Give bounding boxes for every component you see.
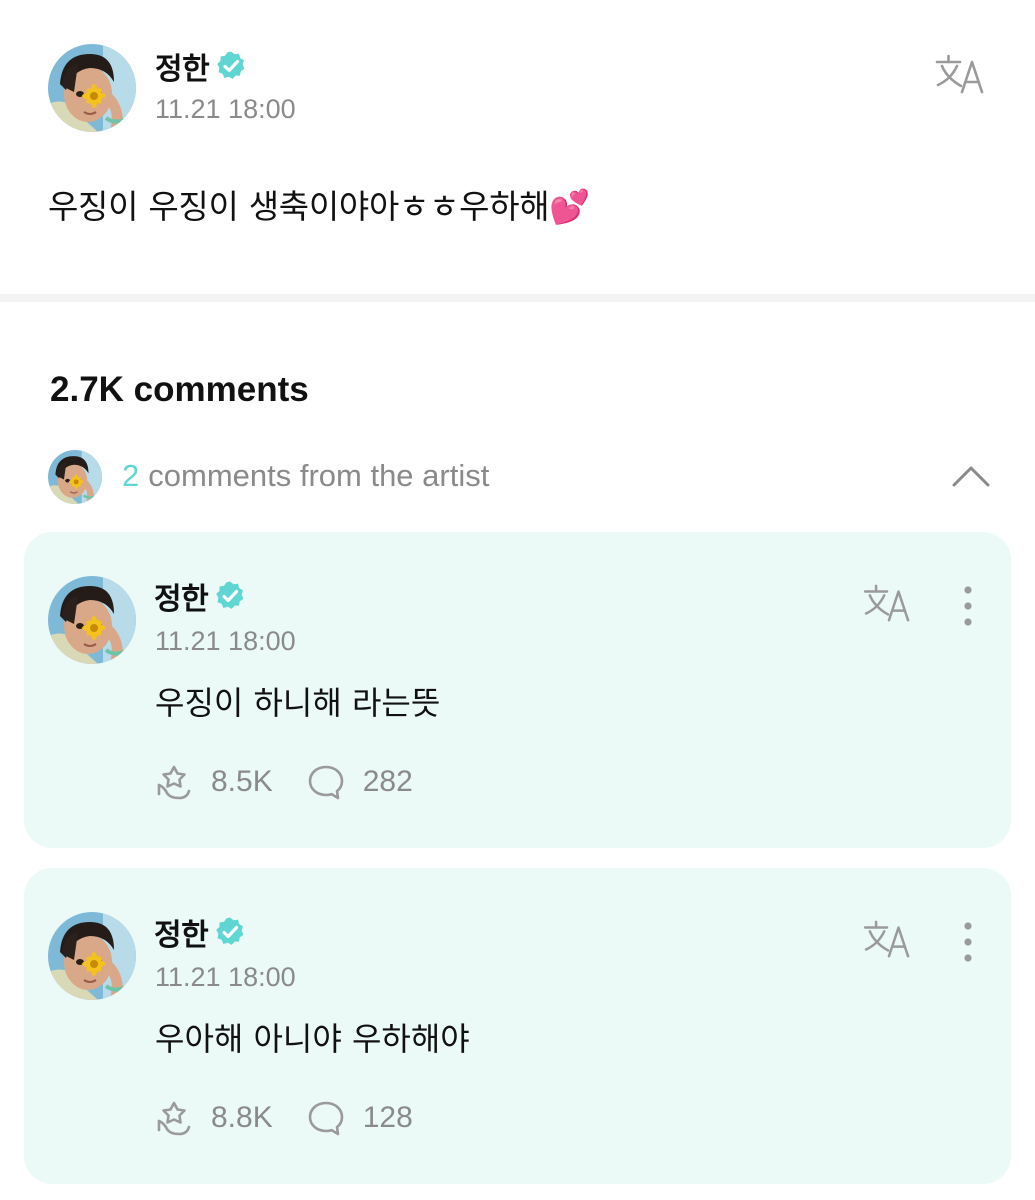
comment-timestamp: 11.21 18:00	[155, 962, 296, 992]
chevron-up-icon[interactable]	[949, 456, 993, 496]
post-body: 우징이 우징이 생축이야아ㅎㅎ우하해💕	[48, 187, 591, 226]
comment-author-row: 정한	[154, 910, 246, 954]
comment-stats: 8.5K 282	[155, 762, 413, 802]
translate-icon[interactable]	[862, 582, 914, 624]
avatar[interactable]	[48, 912, 136, 1000]
comment-card: 정한 11.21 18:00 우징이 하니해 라는뜻 8.5K 282	[24, 532, 1011, 848]
artist-comments-count: 2	[122, 458, 140, 493]
artist-comments-label: 2 comments from the artist	[122, 458, 489, 494]
like-count: 8.5K	[211, 765, 273, 798]
comment-card: 정한 11.21 18:00 우아해 아니야 우하해야 8.8K 128	[24, 868, 1011, 1184]
more-options-icon[interactable]	[956, 584, 980, 628]
comment-text: 우징이 하니해 라는뜻	[155, 684, 441, 722]
translate-icon[interactable]	[934, 52, 988, 96]
reply-count: 282	[362, 765, 413, 798]
artist-comments-text: comments from the artist	[148, 458, 490, 493]
avatar	[48, 450, 102, 504]
translate-icon[interactable]	[862, 918, 914, 960]
section-divider	[0, 294, 1035, 302]
author-name[interactable]: 정한	[155, 44, 210, 88]
comment-author[interactable]: 정한	[154, 910, 209, 954]
artist-comments-toggle[interactable]: 2 comments from the artist	[48, 450, 993, 506]
reply-icon[interactable]	[307, 763, 345, 801]
like-count: 8.8K	[211, 1101, 273, 1134]
comment-author[interactable]: 정한	[154, 574, 209, 618]
avatar[interactable]	[48, 44, 136, 132]
verified-badge-icon	[214, 916, 246, 948]
like-icon[interactable]	[155, 763, 193, 801]
avatar[interactable]	[48, 576, 136, 664]
post-header: 정한 11.21 18:00	[48, 44, 988, 134]
reply-icon[interactable]	[307, 1099, 345, 1137]
comment-timestamp: 11.21 18:00	[155, 626, 296, 656]
author-name-row: 정한	[155, 44, 247, 88]
post-timestamp: 11.21 18:00	[155, 94, 296, 124]
comment-text: 우아해 아니야 우하해야	[155, 1020, 470, 1058]
comments-count: 2.7K comments	[50, 370, 309, 409]
verified-badge-icon	[215, 50, 247, 82]
verified-badge-icon	[214, 580, 246, 612]
comment-author-row: 정한	[154, 574, 246, 618]
more-options-icon[interactable]	[956, 920, 980, 964]
reply-count: 128	[362, 1101, 413, 1134]
like-icon[interactable]	[155, 1099, 193, 1137]
comment-stats: 8.8K 128	[155, 1098, 413, 1138]
